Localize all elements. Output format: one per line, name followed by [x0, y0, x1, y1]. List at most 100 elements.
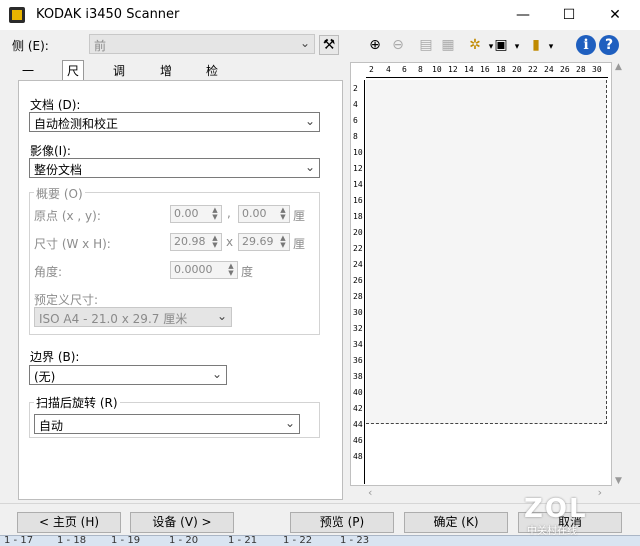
origin-y-stepper[interactable]: 0.00 ▲ ▼: [238, 205, 290, 223]
ruler-tick-label: 14: [353, 180, 363, 189]
size-unit: 厘: [293, 237, 306, 251]
side-select[interactable]: 前 ⌄: [89, 34, 315, 54]
chevron-down-icon: ⌄: [304, 114, 315, 128]
ruler-tick-label: 12: [353, 164, 363, 173]
ruler-tick-label: 4: [353, 100, 358, 109]
ruler-tick-label: 10: [353, 148, 363, 157]
ruler-tick-label: 20: [512, 65, 522, 74]
width-stepper[interactable]: 20.98 ▲ ▼: [170, 233, 222, 251]
maximize-button[interactable]: ☐: [546, 0, 592, 30]
document-label: 文档 (D):: [30, 98, 81, 112]
rotate-select[interactable]: 自动 ⌄: [34, 414, 300, 434]
background-cell: 1 - 23: [340, 535, 370, 546]
stepper-arrows-icon[interactable]: ▲ ▼: [278, 207, 288, 221]
side-value: 前: [94, 39, 107, 53]
fit-page-icon[interactable]: ▤: [417, 36, 435, 54]
scroll-up-icon[interactable]: ▲: [615, 62, 622, 72]
ruler-tick-label: 24: [353, 260, 363, 269]
layout-dropdown-icon[interactable]: ▾: [542, 38, 560, 56]
stepper-arrows-icon[interactable]: ▲ ▼: [210, 207, 220, 221]
origin-x-stepper[interactable]: 0.00 ▲ ▼: [170, 205, 222, 223]
ruler-tick-label: 36: [353, 356, 363, 365]
ruler-tick-label: 46: [353, 436, 363, 445]
angle-stepper[interactable]: 0.0000 ▲ ▼: [170, 261, 238, 279]
preview-mode-dropdown-icon[interactable]: ▾: [508, 38, 526, 56]
stepper-arrows-icon[interactable]: ▲ ▼: [226, 263, 236, 277]
size-label: 尺寸 (W x H):: [34, 237, 111, 251]
background-cell: 1 - 19: [111, 535, 141, 546]
background-cell: 1 - 20: [169, 535, 199, 546]
ruler-tick-label: 34: [353, 340, 363, 349]
border-label: 边界 (B):: [30, 350, 80, 364]
angle-label: 角度:: [34, 265, 63, 279]
tab-general[interactable]: 一般: [18, 62, 38, 96]
angle-unit: 度: [241, 265, 254, 279]
ruler-tick-label: 10: [432, 65, 442, 74]
vertical-scrollbar[interactable]: ▲ ▼: [614, 62, 626, 486]
vertical-ruler: 2 4 6 8 10 12 14 16 18 20 22 24 26 28 30…: [351, 80, 365, 484]
ruler-tick-label: 28: [353, 292, 363, 301]
origin-unit: 厘: [293, 209, 306, 223]
close-button[interactable]: ✕: [592, 0, 638, 30]
ruler-tick-label: 18: [353, 212, 363, 221]
settings-shortcut-icon[interactable]: ⚒: [319, 35, 339, 55]
ruler-tick-label: 4: [386, 65, 391, 74]
ruler-tick-label: 12: [448, 65, 458, 74]
ruler-tick-label: 48: [353, 452, 363, 461]
background-cell: 1 - 22: [283, 535, 313, 546]
border-value: (无): [34, 370, 56, 384]
height-value: 29.69: [242, 235, 274, 248]
chevron-down-icon: ⌄: [304, 160, 315, 174]
ruler-tick-label: 44: [353, 420, 363, 429]
chevron-down-icon: ⌄: [216, 309, 227, 323]
height-stepper[interactable]: 29.69 ▲ ▼: [238, 233, 290, 251]
home-button[interactable]: < 主页 (H): [17, 512, 121, 533]
origin-comma: ,: [227, 206, 231, 220]
scroll-right-icon[interactable]: ›: [598, 486, 602, 499]
zoom-in-icon[interactable]: ⊕: [366, 36, 384, 54]
preview-button[interactable]: 预览 (P): [290, 512, 394, 533]
ruler-tick-label: 22: [353, 244, 363, 253]
background-cell: 1 - 17: [4, 535, 34, 546]
ruler-tick-label: 42: [353, 404, 363, 413]
app-icon: [9, 7, 25, 23]
ruler-tick-label: 6: [402, 65, 407, 74]
info-icon[interactable]: i: [576, 35, 596, 55]
rotate-value: 自动: [39, 419, 64, 433]
minimize-button[interactable]: —: [500, 0, 546, 30]
stepper-arrows-icon[interactable]: ▲ ▼: [278, 235, 288, 249]
scan-page-outline: [366, 80, 607, 424]
tab-enhance[interactable]: 增强: [156, 62, 176, 96]
border-select[interactable]: (无) ⌄: [29, 365, 227, 385]
stepper-arrows-icon[interactable]: ▲ ▼: [210, 235, 220, 249]
image-select[interactable]: 整份文档 ⌄: [29, 158, 320, 178]
device-button[interactable]: 设备 (V) >: [130, 512, 234, 533]
ruler-tick-label: 6: [353, 116, 358, 125]
ruler-tick-label: 18: [496, 65, 506, 74]
scanner-window: KODAK i3450 Scanner — ☐ ✕ 侧 (E): 前 ⌄ ⚒ ⊕…: [0, 0, 640, 546]
ruler-tick-label: 8: [353, 132, 358, 141]
width-value: 20.98: [174, 235, 206, 248]
fit-width-icon[interactable]: ▦: [439, 36, 457, 54]
zol-watermark-logo: ZOL: [524, 494, 588, 524]
zoom-out-icon[interactable]: ⊖: [389, 36, 407, 54]
ok-button[interactable]: 确定 (K): [404, 512, 508, 533]
ruler-tick-label: 14: [464, 65, 474, 74]
angle-value: 0.0000: [174, 263, 213, 276]
scroll-down-icon[interactable]: ▼: [615, 476, 622, 486]
help-icon[interactable]: ?: [599, 35, 619, 55]
tab-size[interactable]: 尺寸: [62, 60, 85, 98]
ruler-tick-label: 8: [418, 65, 423, 74]
background-cell: 1 - 21: [228, 535, 258, 546]
document-value: 自动检测和校正: [34, 117, 119, 131]
tab-detect[interactable]: 检测: [202, 62, 222, 96]
ruler-tick-label: 30: [592, 65, 602, 74]
tab-adjust[interactable]: 调整: [109, 62, 129, 96]
document-select[interactable]: 自动检测和校正 ⌄: [29, 112, 320, 132]
ruler-tick-label: 40: [353, 388, 363, 397]
ruler-tick-label: 16: [353, 196, 363, 205]
ruler-tick-label: 32: [353, 324, 363, 333]
predefined-size-select[interactable]: ISO A4 - 21.0 x 29.7 厘米 ⌄: [34, 307, 232, 327]
scroll-left-icon[interactable]: ‹: [368, 486, 372, 499]
chevron-down-icon: ⌄: [284, 416, 295, 430]
